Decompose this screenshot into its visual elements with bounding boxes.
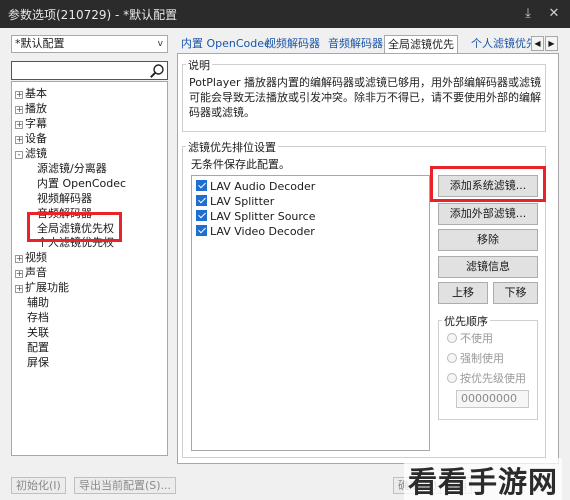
expand-icon[interactable]: + (15, 285, 23, 293)
tree-item-assist[interactable]: 辅助 (27, 295, 49, 310)
filter-item[interactable]: LAV Splitter Source (196, 209, 316, 224)
export-config-button[interactable]: 导出当前配置(S)... (74, 477, 177, 494)
filter-item[interactable]: LAV Audio Decoder (196, 179, 315, 194)
watermark: 看看手游网 (403, 458, 562, 500)
filter-list: LAV Audio Decoder LAV Splitter LAV Split… (191, 175, 430, 451)
checkbox-checked[interactable] (196, 225, 207, 236)
move-up-button[interactable]: 上移 (438, 282, 488, 304)
profile-value: *默认配置 (15, 37, 65, 50)
tree-item-audio[interactable]: + 声音 (15, 265, 47, 280)
tree-item-playback[interactable]: + 播放 (15, 101, 47, 116)
move-down-button[interactable]: 下移 (493, 282, 538, 304)
description-legend: 说明 (186, 57, 212, 73)
add-external-filter-button[interactable]: 添加外部滤镜... (438, 203, 538, 225)
tree-item-extensions[interactable]: + 扩展功能 (15, 280, 69, 295)
expand-icon[interactable]: + (15, 91, 23, 99)
radio-icon[interactable] (447, 333, 457, 343)
tree-item-archive[interactable]: 存档 (27, 310, 49, 325)
window-title: 参数选项(210729) - *默认配置 (8, 8, 178, 22)
radio-force-use[interactable]: 强制使用 (447, 351, 504, 366)
tree-item-association[interactable]: 关联 (27, 325, 49, 340)
close-icon[interactable]: ✕ (544, 4, 564, 24)
checkbox-checked[interactable] (196, 195, 207, 206)
collapse-icon[interactable]: - (15, 151, 23, 159)
tree-item-video[interactable]: + 视频 (15, 250, 47, 265)
description-text: PotPlayer 播放器内置的编解码器或滤镜已够用，用外部编解码器或滤镜可能会… (189, 76, 542, 119)
tree-item-config[interactable]: 配置 (27, 340, 49, 355)
filter-item[interactable]: LAV Video Decoder (196, 224, 315, 239)
tab-audio-decoder[interactable]: 音频解码器 (328, 35, 383, 53)
checkbox-checked[interactable] (196, 180, 207, 191)
expand-icon[interactable]: + (15, 255, 23, 263)
search-box[interactable] (11, 61, 168, 80)
tree-item-subtitles[interactable]: + 字幕 (15, 116, 47, 131)
init-button[interactable]: 初始化(I) (11, 477, 66, 494)
tab-video-decoder[interactable]: 视频解码器 (265, 35, 320, 53)
search-icon[interactable] (149, 63, 165, 79)
expand-icon[interactable]: + (15, 136, 23, 144)
priority-legend: 滤镜优先排位设置 (186, 139, 278, 155)
title-bar: 参数选项(210729) - *默认配置 ⤓ ✕ (0, 0, 570, 28)
pin-icon[interactable]: ⤓ (518, 4, 538, 24)
profile-select[interactable]: *默认配置 v (11, 35, 168, 53)
chevron-down-icon: v (157, 39, 163, 49)
tab-scroll-left-icon[interactable]: ◀ (531, 36, 544, 51)
tree-item-screensaver[interactable]: 屏保 (27, 355, 49, 370)
priority-note: 无条件保存此配置。 (191, 158, 290, 171)
highlight-box-button (430, 166, 546, 202)
tree-item-devices[interactable]: + 设备 (15, 131, 47, 146)
tree-item-source-filters[interactable]: 源滤镜/分离器 (37, 161, 107, 176)
filter-item[interactable]: LAV Splitter (196, 194, 274, 209)
checkbox-checked[interactable] (196, 210, 207, 221)
settings-tree: + 基本 + 播放 + 字幕 + 设备 - 滤镜 源滤镜/分离器 内置 OpenCodec… (11, 81, 168, 456)
tab-personal-priority[interactable]: 个人滤镜优先 (471, 35, 537, 53)
tab-global-priority[interactable]: 全局滤镜优先 (384, 35, 458, 53)
tree-item-basic[interactable]: + 基本 (15, 86, 47, 101)
remove-button[interactable]: 移除 (438, 229, 538, 251)
expand-icon[interactable]: + (15, 121, 23, 129)
tree-item-filters[interactable]: - 滤镜 (15, 146, 47, 161)
tab-bar: 内置 OpenCodec 视频解码器 音频解码器 全局滤镜优先 个人滤镜优先 ◀… (177, 35, 559, 53)
radio-not-use[interactable]: 不使用 (447, 331, 493, 346)
priority-value-field[interactable]: 00000000 (456, 390, 529, 408)
filter-info-button[interactable]: 滤镜信息 (438, 256, 538, 278)
radio-by-priority[interactable]: 按优先级使用 (447, 371, 526, 386)
tab-opencodec[interactable]: 内置 OpenCodec (181, 35, 270, 53)
search-input[interactable] (14, 63, 142, 78)
tree-item-video-decoder[interactable]: 视频解码器 (37, 191, 92, 206)
highlight-box-tree (27, 212, 122, 242)
expand-icon[interactable]: + (15, 270, 23, 278)
order-legend: 优先顺序 (442, 313, 490, 329)
radio-icon[interactable] (447, 353, 457, 363)
tab-scroll-right-icon[interactable]: ▶ (545, 36, 558, 51)
tree-item-opencodec[interactable]: 内置 OpenCodec (37, 176, 126, 191)
expand-icon[interactable]: + (15, 106, 23, 114)
radio-icon[interactable] (447, 373, 457, 383)
